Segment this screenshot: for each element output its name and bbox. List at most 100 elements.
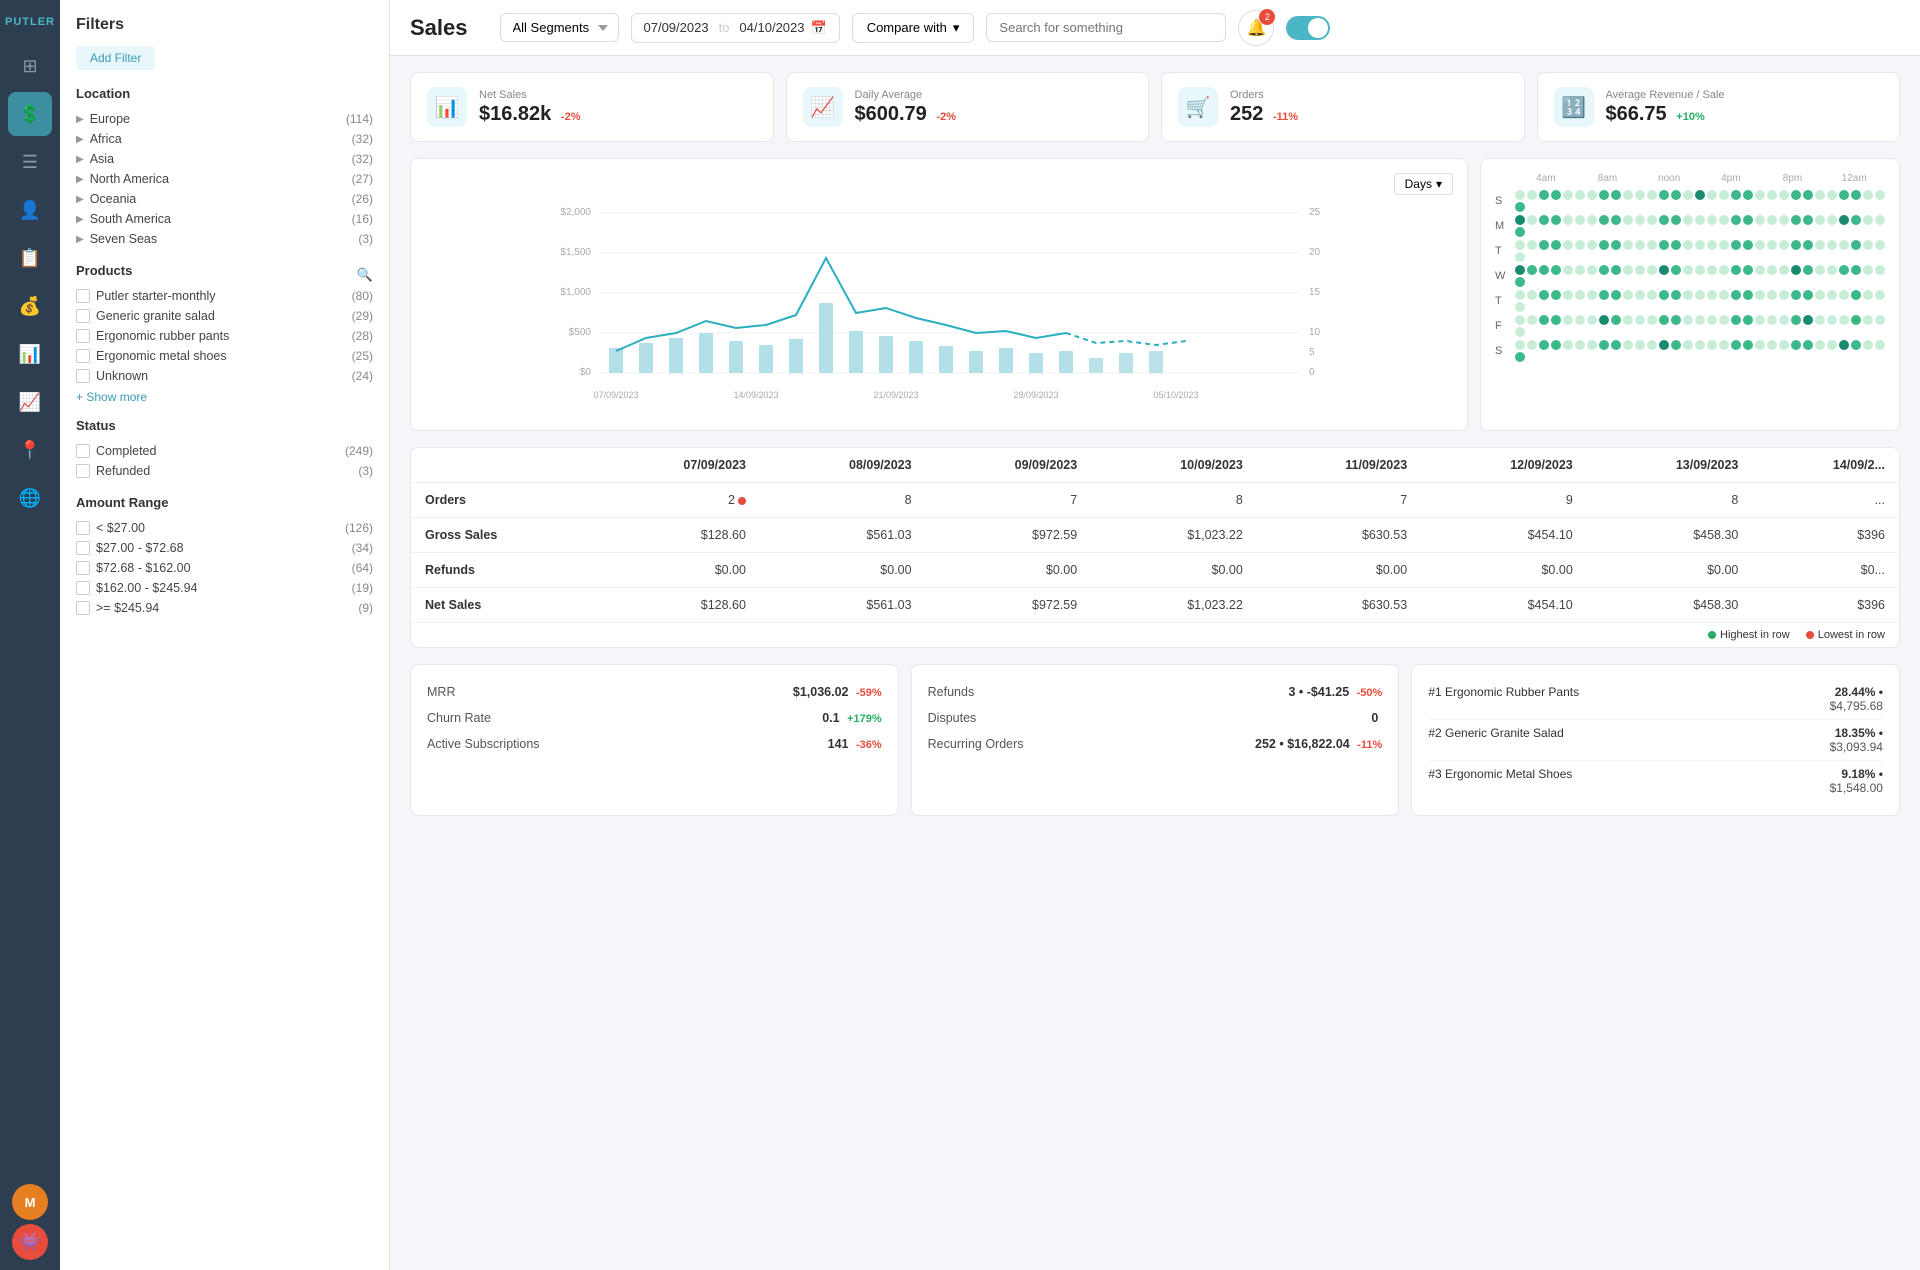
product-item-4[interactable]: Unknown (24) [76, 366, 373, 386]
days-button[interactable]: Days ▾ [1394, 173, 1453, 195]
product-item-1[interactable]: Generic granite salad (29) [76, 306, 373, 326]
dot-6-31 [1515, 352, 1525, 362]
dot-2-23 [1791, 240, 1801, 250]
product-item-left-1: Generic granite salad [76, 309, 215, 323]
content-area: Sales All Segments 07/09/2023 to 04/10/2… [390, 0, 1920, 1270]
amount-checkbox-2[interactable] [76, 561, 90, 575]
svg-text:20: 20 [1309, 247, 1321, 258]
dot-0-17 [1719, 190, 1729, 200]
user-avatar2[interactable]: 👾 [12, 1224, 48, 1260]
nav-analytics[interactable]: 📊 [8, 332, 52, 376]
product-checkbox-4[interactable] [76, 369, 90, 383]
dot-6-0 [1515, 340, 1525, 350]
kpi-card-2: 🛒 Orders 252 -11% [1161, 72, 1525, 142]
dot-5-2 [1539, 315, 1549, 325]
cell-1-4: $630.53 [1257, 518, 1421, 553]
location-section: Location ▶ Europe (114) ▶ Africa (32) ▶ … [76, 86, 373, 249]
dot-4-0 [1515, 290, 1525, 300]
nav-reports[interactable]: 📋 [8, 236, 52, 280]
nav-globe[interactable]: 🌐 [8, 476, 52, 520]
location-item-6[interactable]: ▶ Seven Seas (3) [76, 229, 373, 249]
dot-4-3 [1551, 290, 1561, 300]
location-item-2[interactable]: ▶ Asia (32) [76, 149, 373, 169]
summary-left-change-1: +179% [847, 713, 882, 725]
nav-customers[interactable]: 👤 [8, 188, 52, 232]
product-checkbox-1[interactable] [76, 309, 90, 323]
amount-checkbox-0[interactable] [76, 521, 90, 535]
nav-revenue[interactable]: 💰 [8, 284, 52, 328]
search-input[interactable] [986, 13, 1226, 42]
status-item-0[interactable]: Completed (249) [76, 441, 373, 461]
segment-select[interactable]: All Segments [500, 13, 619, 42]
amount-item-3[interactable]: $162.00 - $245.94 (19) [76, 578, 373, 598]
dot-label-3: W [1495, 270, 1515, 282]
nav-orders[interactable]: ☰ [8, 140, 52, 184]
date-range[interactable]: 07/09/2023 to 04/10/2023 📅 [631, 13, 840, 43]
dot-3-6 [1587, 265, 1597, 275]
show-more-button[interactable]: + Show more [76, 390, 373, 404]
product-item-2[interactable]: Ergonomic rubber pants (28) [76, 326, 373, 346]
dot-3-10 [1635, 265, 1645, 275]
dot-6-2 [1539, 340, 1549, 350]
dot-4-19 [1743, 290, 1753, 300]
location-item-1[interactable]: ▶ Africa (32) [76, 129, 373, 149]
add-filter-button[interactable]: Add Filter [76, 46, 155, 70]
product-checkbox-3[interactable] [76, 349, 90, 363]
summary-left-value-1: 0.1 [822, 711, 839, 725]
col-11: 11/09/2023 [1257, 448, 1421, 483]
status-checkbox-1[interactable] [76, 464, 90, 478]
compare-button[interactable]: Compare with ▾ [852, 13, 975, 43]
notification-button[interactable]: 🔔 2 [1238, 10, 1274, 46]
theme-toggle[interactable] [1286, 16, 1330, 40]
dot-0-24 [1803, 190, 1813, 200]
product-count-3: (25) [352, 349, 373, 363]
products-search-icon[interactable]: 🔍 [357, 267, 373, 283]
location-item-3[interactable]: ▶ North America (27) [76, 169, 373, 189]
dots-6 [1515, 340, 1885, 362]
amount-item-0[interactable]: < $27.00 (126) [76, 518, 373, 538]
amount-checkbox-1[interactable] [76, 541, 90, 555]
dot-2-29 [1863, 240, 1873, 250]
status-item-1[interactable]: Refunded (3) [76, 461, 373, 481]
status-checkbox-0[interactable] [76, 444, 90, 458]
time-8pm: 8pm [1762, 173, 1824, 184]
svg-text:0: 0 [1309, 367, 1315, 378]
user-avatar[interactable]: M [12, 1184, 48, 1220]
location-item-4[interactable]: ▶ Oceania (26) [76, 189, 373, 209]
nav-trends[interactable]: 📈 [8, 380, 52, 424]
location-item-5[interactable]: ▶ South America (16) [76, 209, 373, 229]
col-09: 09/09/2023 [926, 448, 1092, 483]
nav-location[interactable]: 📍 [8, 428, 52, 472]
dot-2-3 [1551, 240, 1561, 250]
product-checkbox-2[interactable] [76, 329, 90, 343]
dot-3-1 [1527, 265, 1537, 275]
amount-checkbox-3[interactable] [76, 581, 90, 595]
location-item-0[interactable]: ▶ Europe (114) [76, 109, 373, 129]
dot-3-31 [1515, 277, 1525, 287]
product-item-0[interactable]: Putler starter-monthly (80) [76, 286, 373, 306]
dot-5-25 [1815, 315, 1825, 325]
dot-2-31 [1515, 252, 1525, 262]
dot-0-19 [1743, 190, 1753, 200]
table-row-2: Refunds$0.00$0.00$0.00$0.00$0.00$0.00$0.… [411, 553, 1899, 588]
amount-item-1[interactable]: $27.00 - $72.68 (34) [76, 538, 373, 558]
product-item-3[interactable]: Ergonomic metal shoes (25) [76, 346, 373, 366]
dot-1-14 [1683, 215, 1693, 225]
location-items: ▶ Europe (114) ▶ Africa (32) ▶ Asia (32)… [76, 109, 373, 249]
dot-5-27 [1839, 315, 1849, 325]
amount-checkbox-4[interactable] [76, 601, 90, 615]
col-08: 08/09/2023 [760, 448, 926, 483]
dot-4-7 [1599, 290, 1609, 300]
dot-4-11 [1647, 290, 1657, 300]
dot-5-5 [1575, 315, 1585, 325]
nav-dashboard[interactable]: ⊞ [8, 44, 52, 88]
dot-2-19 [1743, 240, 1753, 250]
svg-text:$1,500: $1,500 [560, 247, 591, 258]
summary-mid-label-1: Disputes [928, 711, 977, 725]
product-checkbox-0[interactable] [76, 289, 90, 303]
dot-3-24 [1803, 265, 1813, 275]
amount-item-4[interactable]: >= $245.94 (9) [76, 598, 373, 618]
amount-item-2[interactable]: $72.68 - $162.00 (64) [76, 558, 373, 578]
row-label-0: Orders [411, 483, 594, 518]
nav-sales[interactable]: 💲 [8, 92, 52, 136]
